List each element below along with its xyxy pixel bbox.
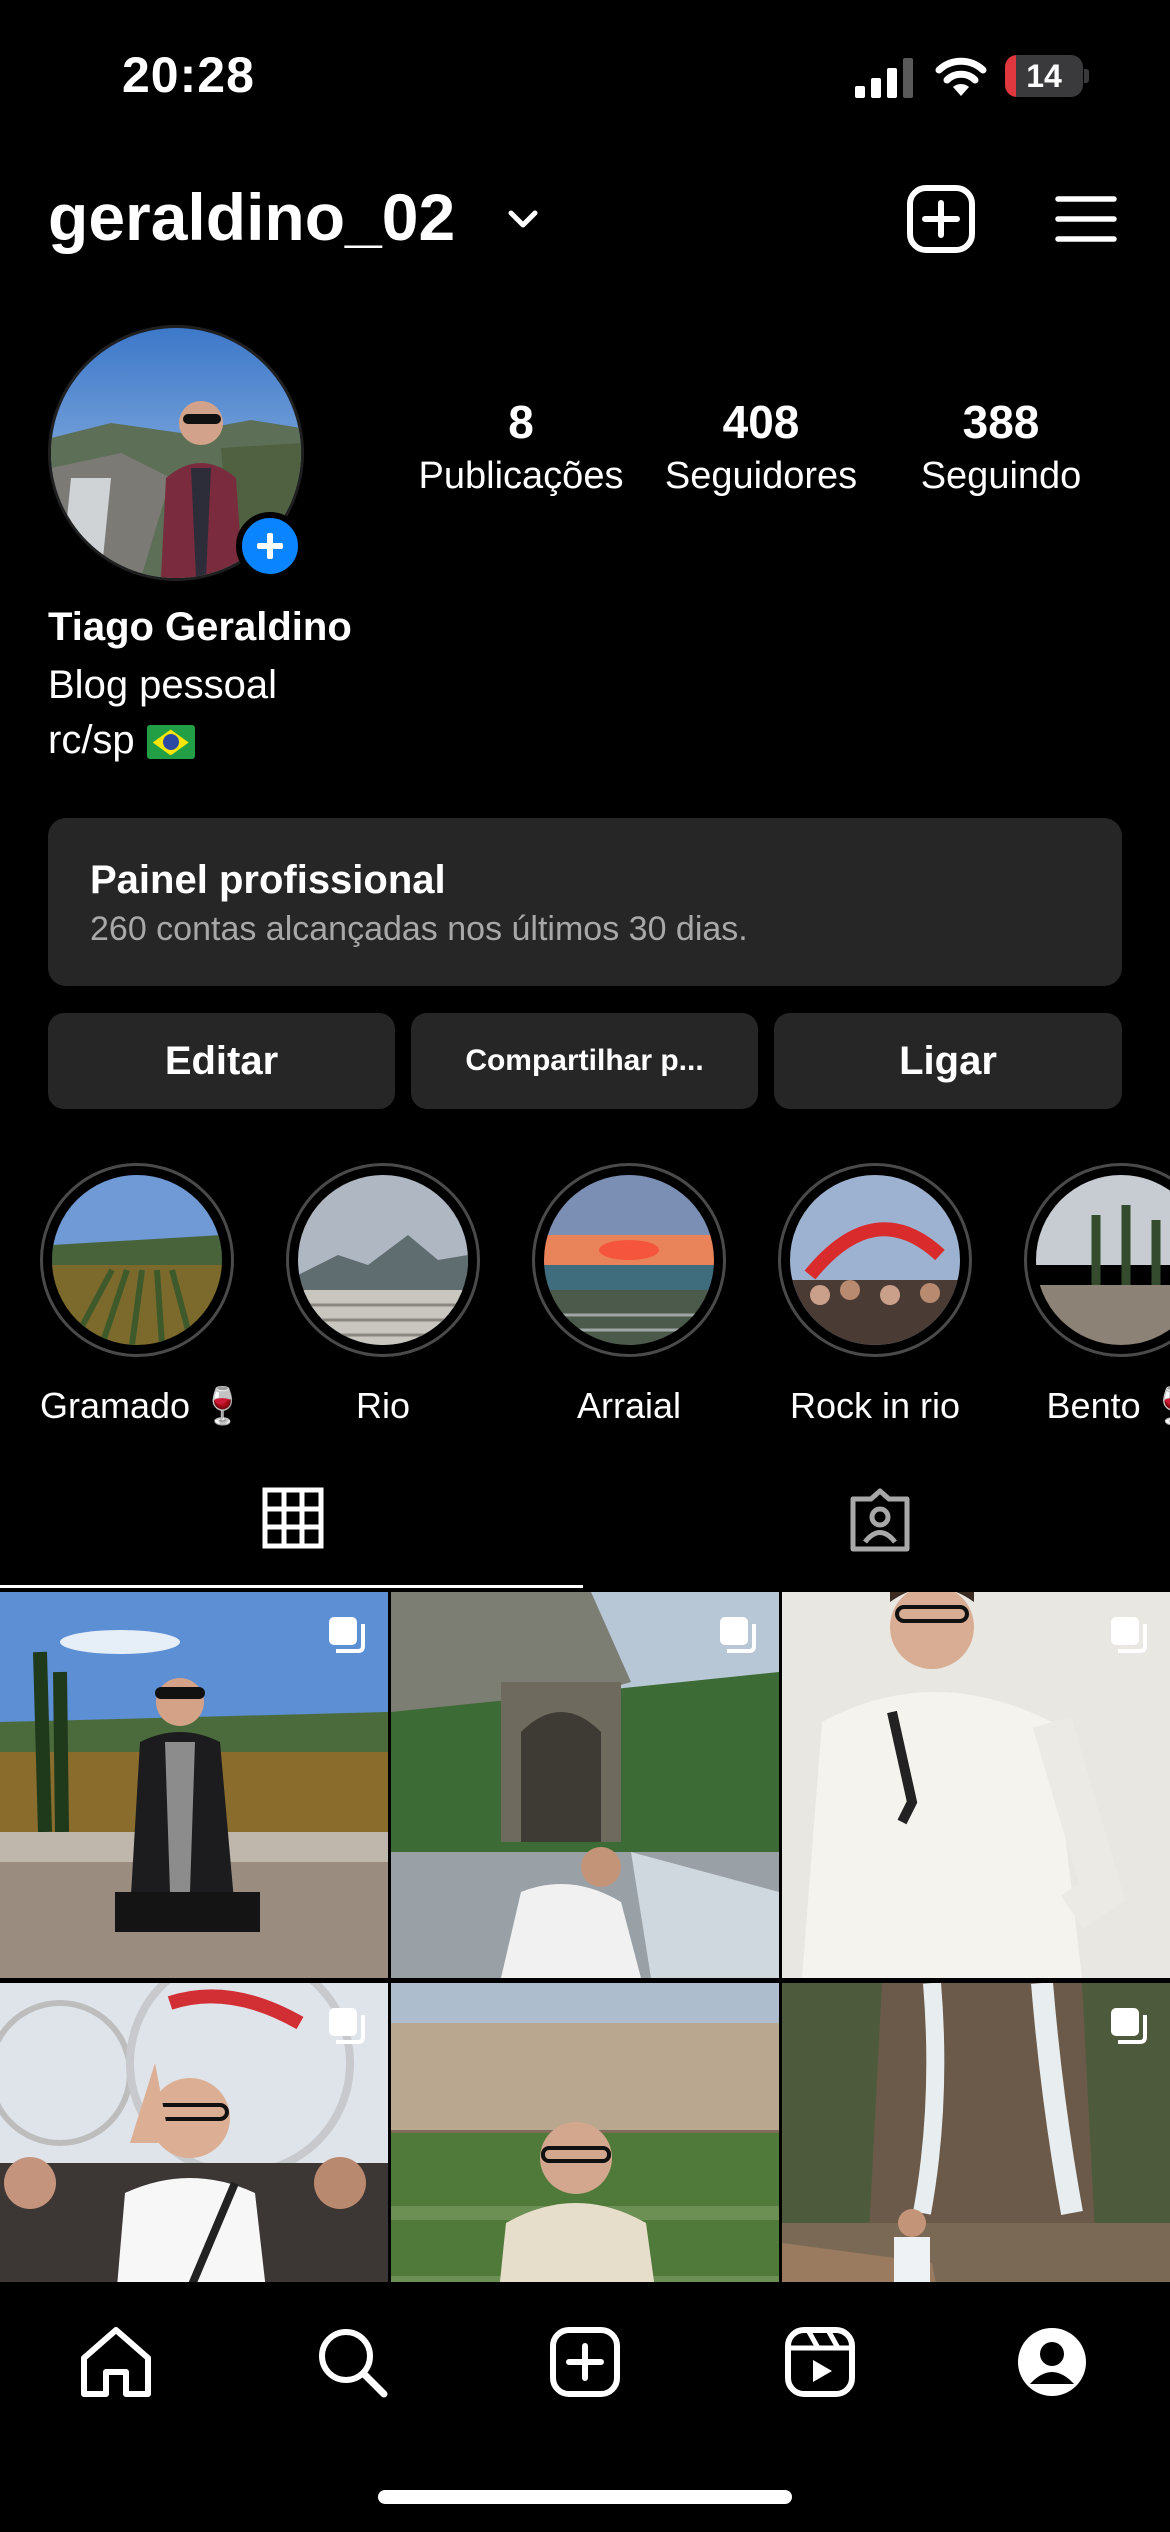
profile-bio-line2: rc/sp	[48, 718, 195, 763]
brazil-flag-icon	[146, 725, 195, 760]
stat-posts[interactable]: 8 Publicações	[406, 395, 636, 498]
reels-icon[interactable]	[780, 2322, 860, 2402]
highlight-label: Rio	[355, 1385, 411, 1426]
profile-icon[interactable]	[1012, 2322, 1092, 2402]
post-thumbnail[interactable]	[782, 1592, 1170, 1978]
menu-icon[interactable]	[1055, 193, 1117, 245]
multiple-photos-icon	[720, 1617, 756, 1653]
highlight-rio[interactable]: Rio	[286, 1163, 480, 1427]
posts-grid	[0, 1592, 1170, 2282]
panel-subtitle: 260 contas alcançadas nos últimos 30 dia…	[90, 910, 748, 948]
stat-following[interactable]: 388 Seguindo	[886, 395, 1116, 498]
highlight-rock-in-rio[interactable]: Rock in rio	[778, 1163, 972, 1427]
profile-bio-line1: Blog pessoal	[48, 663, 278, 707]
status-time: 20:28	[122, 47, 255, 103]
highlight-label: Bento 🍷	[1046, 1385, 1170, 1426]
account-switcher-username[interactable]: geraldino_02	[48, 179, 455, 255]
grid-icon	[262, 1487, 324, 1549]
stat-followers[interactable]: 408 Seguidores	[646, 395, 876, 498]
highlight-arraial[interactable]: Arraial	[532, 1163, 726, 1427]
profile-name: Tiago Geraldino	[48, 605, 352, 649]
highlight-bento[interactable]: Bento 🍷	[1024, 1163, 1170, 1427]
signal-icon	[855, 58, 913, 98]
highlight-cover	[1024, 1163, 1170, 1357]
battery-icon: 14	[1005, 55, 1089, 97]
highlight-label: Arraial	[576, 1385, 682, 1426]
post-thumbnail[interactable]	[391, 1592, 779, 1978]
post-thumbnail[interactable]	[782, 1983, 1170, 2282]
home-indicator	[378, 2490, 792, 2504]
wifi-icon	[935, 57, 987, 96]
post-thumbnail[interactable]	[0, 1983, 388, 2282]
stat-posts-label: Publicações	[418, 455, 624, 497]
highlight-cover	[532, 1163, 726, 1357]
call-button[interactable]: Ligar	[774, 1013, 1122, 1109]
edit-profile-button[interactable]: Editar	[48, 1013, 395, 1109]
post-thumbnail[interactable]	[391, 1983, 779, 2282]
stat-followers-label: Seguidores	[664, 455, 858, 497]
create-post-icon[interactable]	[905, 183, 977, 255]
highlight-label: Gramado 🍷	[40, 1385, 245, 1426]
add-story-icon[interactable]	[236, 512, 304, 580]
status-bar: 20:28 14	[0, 0, 1170, 150]
highlight-cover	[778, 1163, 972, 1357]
stat-posts-value: 8	[508, 396, 534, 448]
tab-posts-grid[interactable]	[0, 1475, 585, 1593]
share-profile-button[interactable]: Compartilhar p...	[411, 1013, 758, 1109]
panel-title: Painel profissional	[90, 858, 446, 902]
professional-dashboard[interactable]: Painel profissional 260 contas alcançada…	[48, 818, 1122, 986]
multiple-photos-icon	[329, 2008, 365, 2044]
multiple-photos-icon	[1111, 1617, 1147, 1653]
post-thumbnail[interactable]	[0, 1592, 388, 1978]
stat-following-value: 388	[962, 396, 1040, 448]
tab-tagged[interactable]	[585, 1475, 1170, 1593]
highlight-cover	[40, 1163, 234, 1357]
battery-level: 14	[1026, 58, 1062, 94]
active-tab-indicator	[0, 1585, 583, 1588]
multiple-photos-icon	[1111, 2008, 1147, 2044]
search-icon[interactable]	[312, 2322, 392, 2402]
highlight-cover	[286, 1163, 480, 1357]
multiple-photos-icon	[329, 1617, 365, 1653]
tagged-icon	[850, 1488, 910, 1552]
create-icon[interactable]	[545, 2322, 625, 2402]
stat-followers-value: 408	[722, 396, 800, 448]
profile-bio-location: rc/sp	[48, 718, 135, 762]
highlight-gramado[interactable]: Gramado 🍷	[40, 1163, 245, 1427]
profile-header: geraldino_02	[0, 165, 1170, 275]
chevron-down-icon[interactable]	[505, 205, 541, 235]
stat-following-label: Seguindo	[920, 455, 1082, 497]
highlight-label: Rock in rio	[789, 1385, 961, 1426]
home-icon[interactable]	[76, 2322, 156, 2402]
